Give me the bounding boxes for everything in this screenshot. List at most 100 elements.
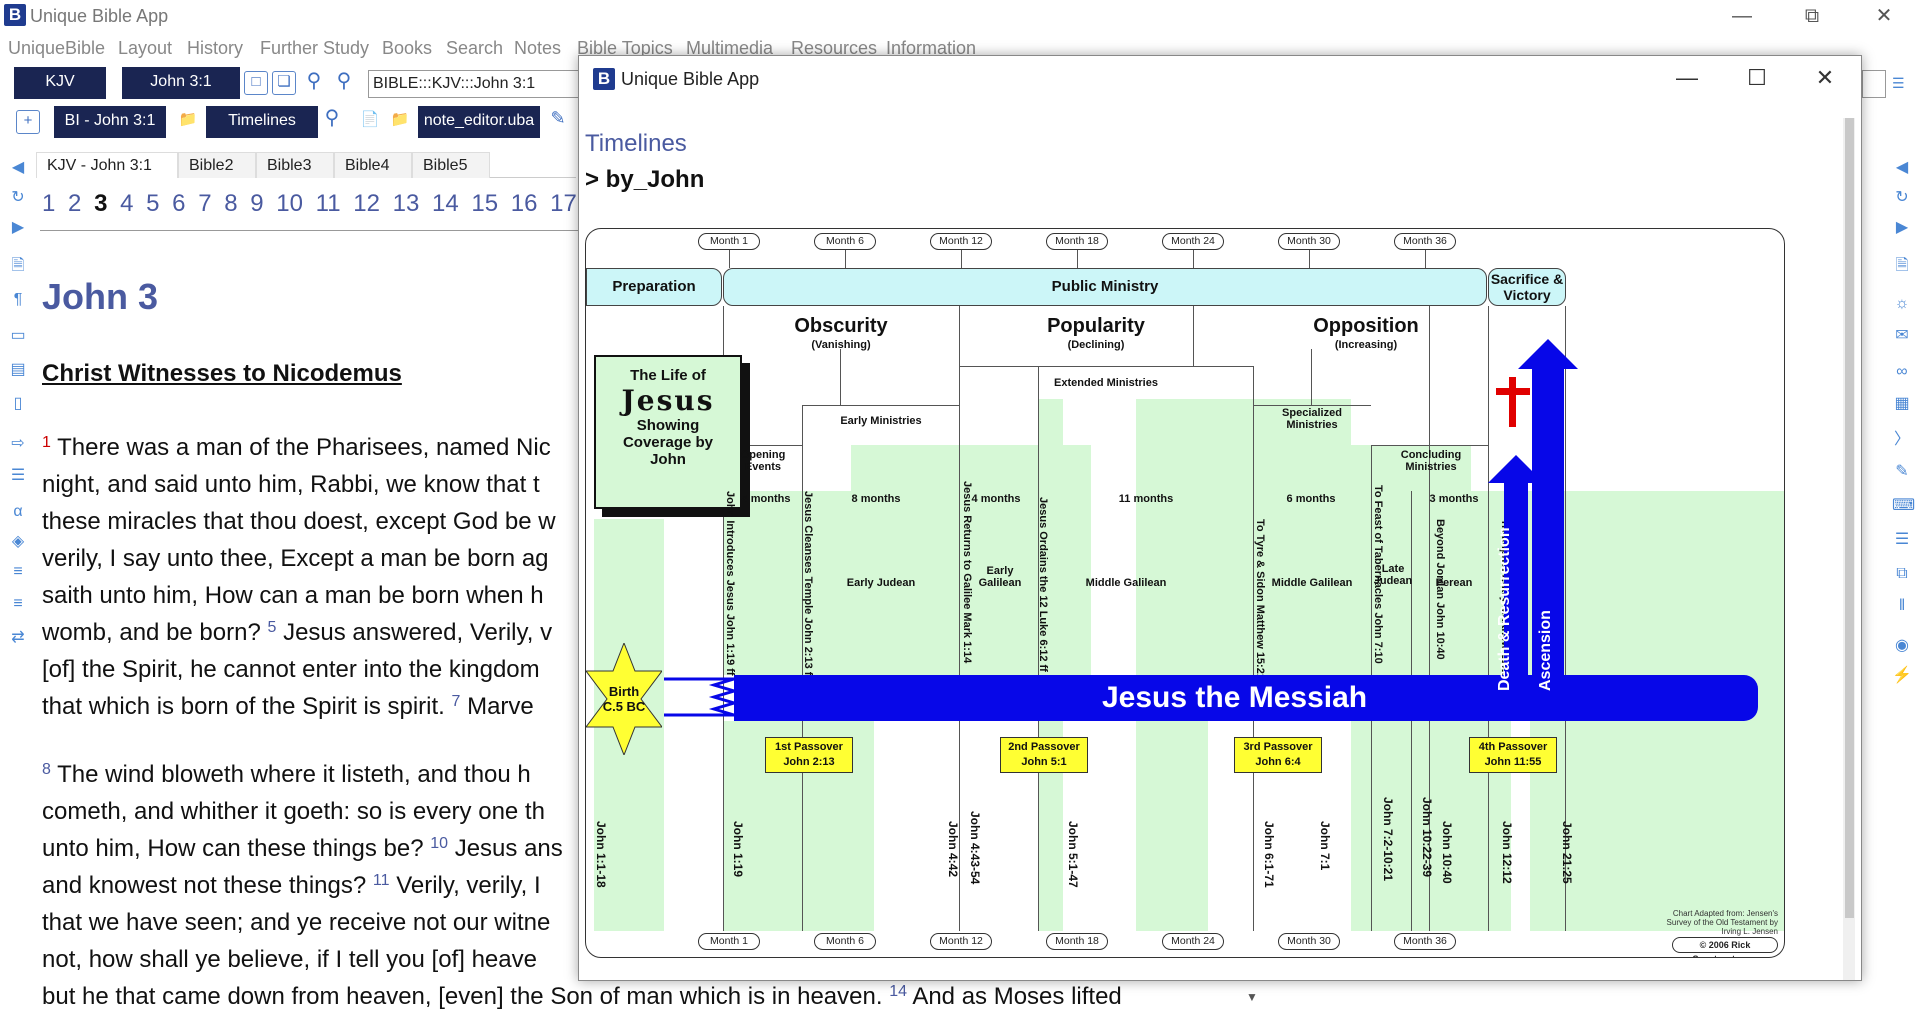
scroll-down-icon[interactable]: ▼ [1246, 990, 1262, 1010]
menu-notes[interactable]: Notes [514, 38, 561, 59]
translate-icon[interactable]: 〉 [1892, 430, 1912, 450]
chapter-link[interactable]: 10 [276, 190, 303, 217]
grid-line [1311, 349, 1312, 405]
verse-number[interactable]: 1 [42, 434, 51, 451]
chapter-link[interactable]: 8 [224, 190, 237, 217]
chapter-link[interactable]: 2 [68, 190, 81, 217]
coverage-area [1136, 399, 1351, 675]
chapter-link[interactable]: 7 [198, 190, 211, 217]
layers-icon[interactable]: ◈ [8, 532, 28, 552]
link-icon[interactable]: ∞ [1892, 362, 1912, 382]
tab-bible5[interactable]: Bible5 [412, 152, 490, 178]
magnifier-icon[interactable]: ⚲ [320, 108, 344, 132]
chat-icon[interactable]: ✉ [1892, 326, 1912, 346]
menu-books[interactable]: Books [382, 38, 432, 59]
specialized-line-2: Ministries [1286, 419, 1338, 431]
verse-number[interactable]: 5 [267, 619, 276, 636]
chapter-link[interactable]: 6 [172, 190, 185, 217]
list-icon[interactable]: ☰ [8, 466, 28, 486]
stack-icon[interactable]: ≡ [8, 562, 28, 582]
forward-icon[interactable]: ▶ [8, 218, 28, 238]
pen-icon[interactable]: ✎ [546, 108, 570, 132]
share-icon[interactable]: ⇄ [8, 628, 28, 648]
import-icon[interactable]: ⇨ [8, 434, 28, 454]
back-icon[interactable]: ◀ [8, 158, 28, 178]
chapter-link[interactable]: 5 [146, 190, 159, 217]
menu-history[interactable]: History [187, 38, 243, 59]
table-icon[interactable]: ▦ [1892, 394, 1912, 414]
popup-scrollbar-thumb[interactable] [1845, 118, 1854, 918]
comment-icon[interactable]: ▭ [8, 326, 28, 346]
history-icon[interactable]: ↻ [8, 188, 28, 208]
chapter-link[interactable]: 14 [432, 190, 459, 217]
lightning-icon[interactable]: ⚡ [1892, 666, 1912, 686]
close-button[interactable]: ✕ [1864, 2, 1904, 30]
command-input-right[interactable] [1862, 70, 1886, 98]
copy-icon[interactable]: ⧉ [1892, 564, 1912, 584]
chapter-link[interactable]: 4 [120, 190, 133, 217]
document-icon[interactable]: ▤ [8, 360, 28, 380]
popup-close-button[interactable]: ✕ [1803, 64, 1847, 92]
version-button[interactable]: KJV [14, 67, 106, 99]
chapter-link[interactable]: 9 [250, 190, 263, 217]
verse-text: these miracles that thou doest, except G… [42, 508, 556, 535]
right-back-icon[interactable]: ◀ [1892, 158, 1912, 178]
grid-line [1371, 445, 1488, 446]
lines-icon[interactable]: ≡ [8, 594, 28, 614]
open-folder-icon[interactable]: 📁 [388, 110, 412, 134]
verse-number[interactable]: 11 [373, 872, 390, 889]
chapter-link[interactable]: 17 [550, 190, 577, 217]
open-chapter-icon[interactable]: □ [244, 71, 268, 95]
menu-search[interactable]: Search [446, 38, 503, 59]
note-editor-button[interactable]: note_editor.uba [418, 106, 540, 138]
month-pill: Month 24 [1162, 933, 1224, 950]
new-file-icon[interactable]: 📄 [358, 110, 382, 134]
menu-uniquebible[interactable]: UniqueBible [8, 38, 105, 59]
chapter-link[interactable]: 11 [316, 190, 341, 217]
restore-button[interactable]: ⧉ [1792, 2, 1832, 30]
verse-number[interactable]: 8 [42, 761, 51, 778]
toolbar-extend-icon[interactable]: ☰ [1892, 75, 1912, 95]
right-pdf-icon[interactable]: 🗎 [1892, 256, 1912, 276]
bible-index-button[interactable]: BI - John 3:1 [54, 106, 166, 138]
verse-number[interactable]: 10 [430, 835, 448, 852]
tab-bible3[interactable]: Bible3 [256, 152, 334, 178]
outline-icon[interactable]: ☰ [1892, 530, 1912, 550]
add-icon[interactable]: + [16, 110, 40, 134]
right-history-icon[interactable]: ↻ [1892, 188, 1912, 208]
command-input[interactable]: BIBLE:::KJV:::John 3:1 [368, 70, 580, 98]
verse-number[interactable]: 7 [452, 693, 461, 710]
chapter-link[interactable]: 16 [511, 190, 538, 217]
parallel-icon[interactable]: ❏ [272, 71, 296, 95]
chapter-current[interactable]: 3 [94, 190, 107, 217]
timelines-button[interactable]: Timelines [206, 106, 318, 138]
page-icon[interactable]: ▯ [8, 394, 28, 414]
zoom-search-icon[interactable]: ⚲ [332, 71, 356, 95]
tab-bible4[interactable]: Bible4 [334, 152, 412, 178]
chapter-link[interactable]: 13 [393, 190, 420, 217]
menu-layout[interactable]: Layout [118, 38, 172, 59]
minimize-button[interactable]: — [1722, 2, 1762, 30]
menu-further-study[interactable]: Further Study [260, 38, 369, 59]
right-forward-icon[interactable]: ▶ [1892, 218, 1912, 238]
chapter-link[interactable]: 15 [471, 190, 498, 217]
columns-icon[interactable]: ‖ [1892, 596, 1912, 616]
popup-maximize-button[interactable]: ☐ [1735, 64, 1779, 92]
chapter-link[interactable]: 1 [42, 190, 55, 217]
paragraph-icon[interactable]: ¶ [8, 290, 28, 310]
brush-icon[interactable]: ✎ [1892, 462, 1912, 482]
pdf-icon[interactable]: 🗎 [8, 256, 28, 276]
chapter-link[interactable]: 12 [353, 190, 380, 217]
eye-icon[interactable]: ◉ [1892, 636, 1912, 656]
folder-icon[interactable]: 📁 [176, 110, 200, 134]
search-icon[interactable]: ⚲ [302, 71, 326, 95]
lightbulb-icon[interactable]: ☼ [1892, 294, 1912, 314]
verse-number[interactable]: 14 [889, 983, 907, 1000]
reference-button[interactable]: John 3:1 [122, 67, 240, 99]
tab-kjv[interactable]: KJV - John 3:1 [36, 152, 178, 178]
alpha-icon[interactable]: α [8, 502, 28, 522]
popup-minimize-button[interactable]: — [1665, 64, 1709, 92]
keyboard-icon[interactable]: ⌨ [1892, 496, 1915, 516]
tick-line [961, 250, 962, 268]
tab-bible2[interactable]: Bible2 [178, 152, 256, 178]
